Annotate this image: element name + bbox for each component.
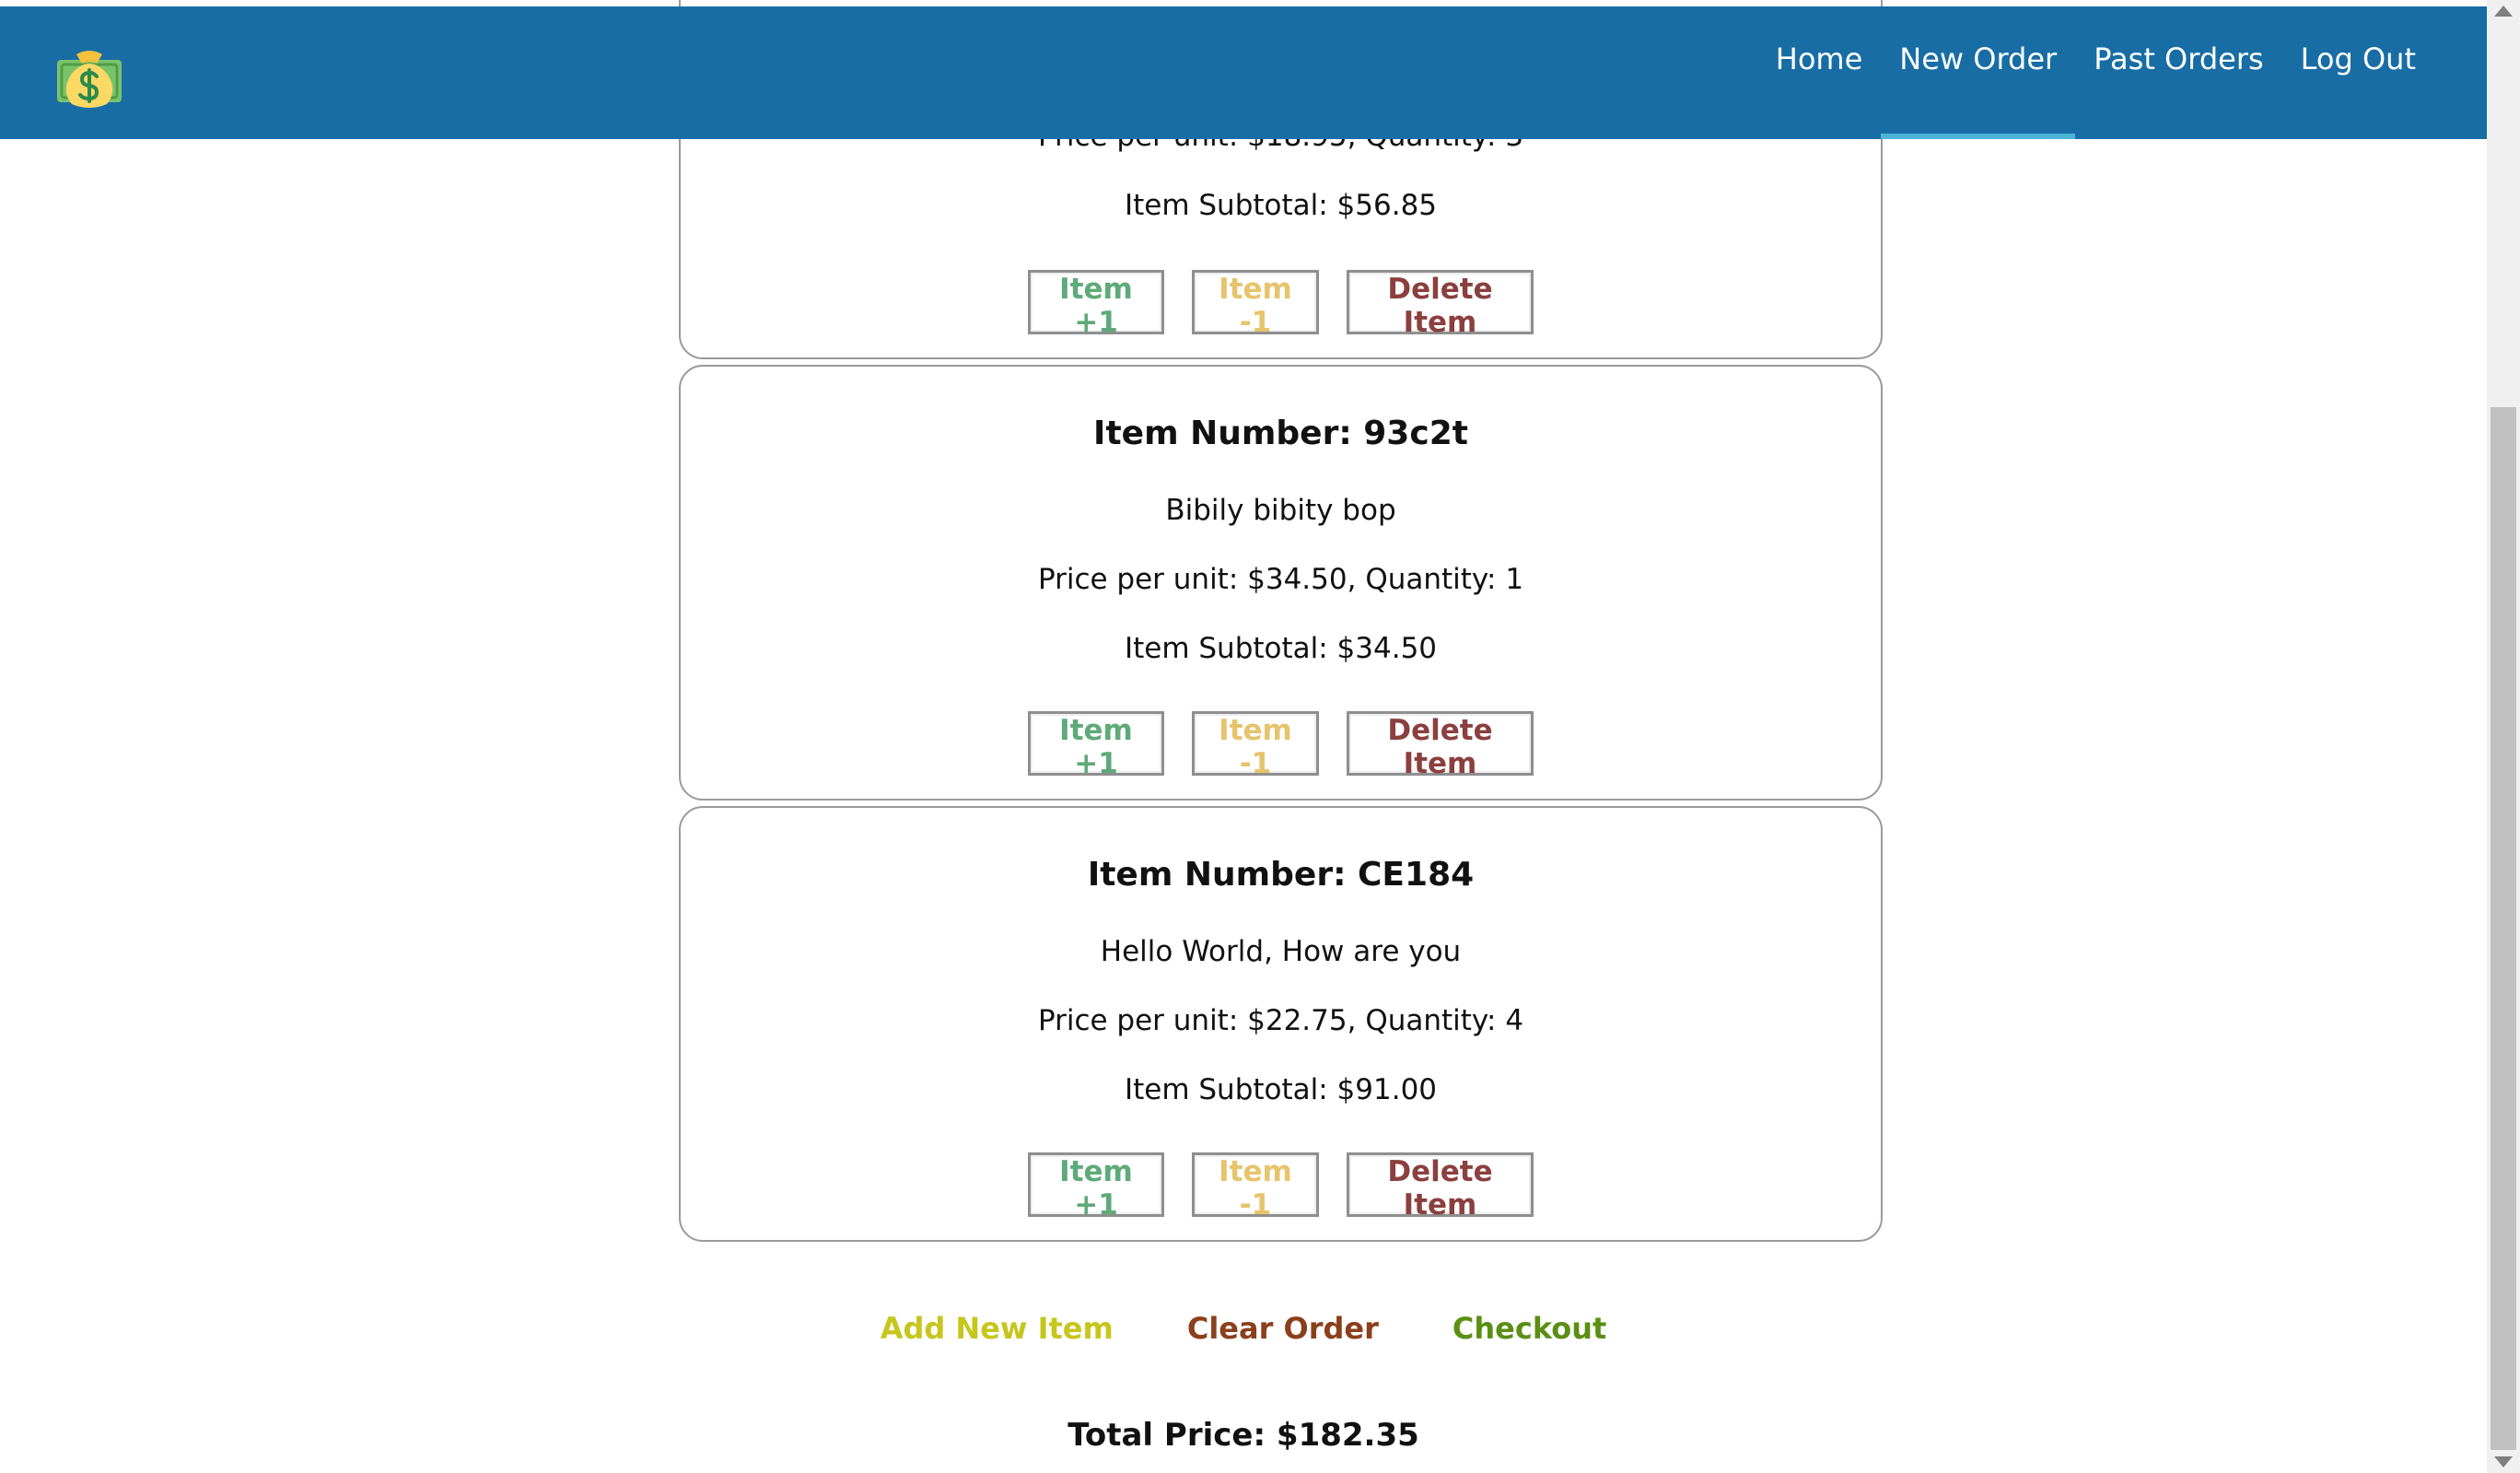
price-line: Price per unit: $34.50, Quantity: 1 [1037,563,1524,596]
item-minus-button[interactable]: Item -1 [1192,711,1319,780]
total-price: Total Price: $182.35 [1068,1417,1419,1454]
item-number: Item Number: 93c2t [1093,415,1468,452]
top-navbar: Home New Order Past Orders Log Out [0,6,2487,139]
main-nav: Home New Order Past Orders Log Out [1757,6,2434,139]
nav-home[interactable]: Home [1757,6,1882,139]
item-plus-button[interactable]: Item +1 [1028,1152,1164,1222]
nav-new-order[interactable]: New Order [1881,6,2076,139]
delete-item-button[interactable]: Delete Item [1347,270,1534,339]
order-item-card: Item Number: CE184 Hello World, How are … [679,806,1883,1242]
order-item-card: Item Number: 93c2t Bibily bibity bop Pri… [679,365,1883,801]
nav-log-out[interactable]: Log Out [2282,6,2434,139]
delete-item-button[interactable]: Delete Item [1347,1152,1534,1222]
scrollbar-thumb[interactable] [2491,407,2516,1450]
item-description: Bibily bibity bop [1165,494,1396,527]
order-actions: Add New Item Clear Order Checkout [0,1311,2487,1346]
item-actions: Item +1 Item -1 Delete Item [681,270,1881,339]
scroll-down-icon[interactable] [2494,1456,2513,1467]
item-minus-button[interactable]: Item -1 [1192,1152,1319,1222]
page: Price per unit: $18.95, Quantity: 3 Item… [0,0,2520,1473]
item-subtotal: Item Subtotal: $34.50 [1124,632,1438,665]
item-description: Hello World, How are you [1100,935,1462,968]
vertical-scrollbar[interactable] [2487,0,2520,1473]
item-actions: Item +1 Item -1 Delete Item [681,1152,1881,1222]
item-subtotal: Item Subtotal: $91.00 [1124,1073,1438,1106]
item-number: Item Number: CE184 [1087,856,1475,894]
main-content: Price per unit: $18.95, Quantity: 3 Item… [0,0,2487,1473]
checkout-button[interactable]: Checkout [1452,1311,1606,1346]
item-actions: Item +1 Item -1 Delete Item [681,711,1881,780]
delete-item-button[interactable]: Delete Item [1347,711,1534,780]
clear-order-button[interactable]: Clear Order [1187,1311,1379,1346]
item-plus-button[interactable]: Item +1 [1028,270,1164,339]
price-line: Price per unit: $22.75, Quantity: 4 [1037,1004,1524,1037]
nav-past-orders[interactable]: Past Orders [2075,6,2281,139]
money-bag-icon[interactable] [53,41,125,113]
add-new-item-button[interactable]: Add New Item [881,1311,1114,1346]
item-minus-button[interactable]: Item -1 [1192,270,1319,339]
item-plus-button[interactable]: Item +1 [1028,711,1164,780]
item-subtotal: Item Subtotal: $56.85 [1124,189,1438,222]
scroll-up-icon[interactable] [2494,6,2513,17]
